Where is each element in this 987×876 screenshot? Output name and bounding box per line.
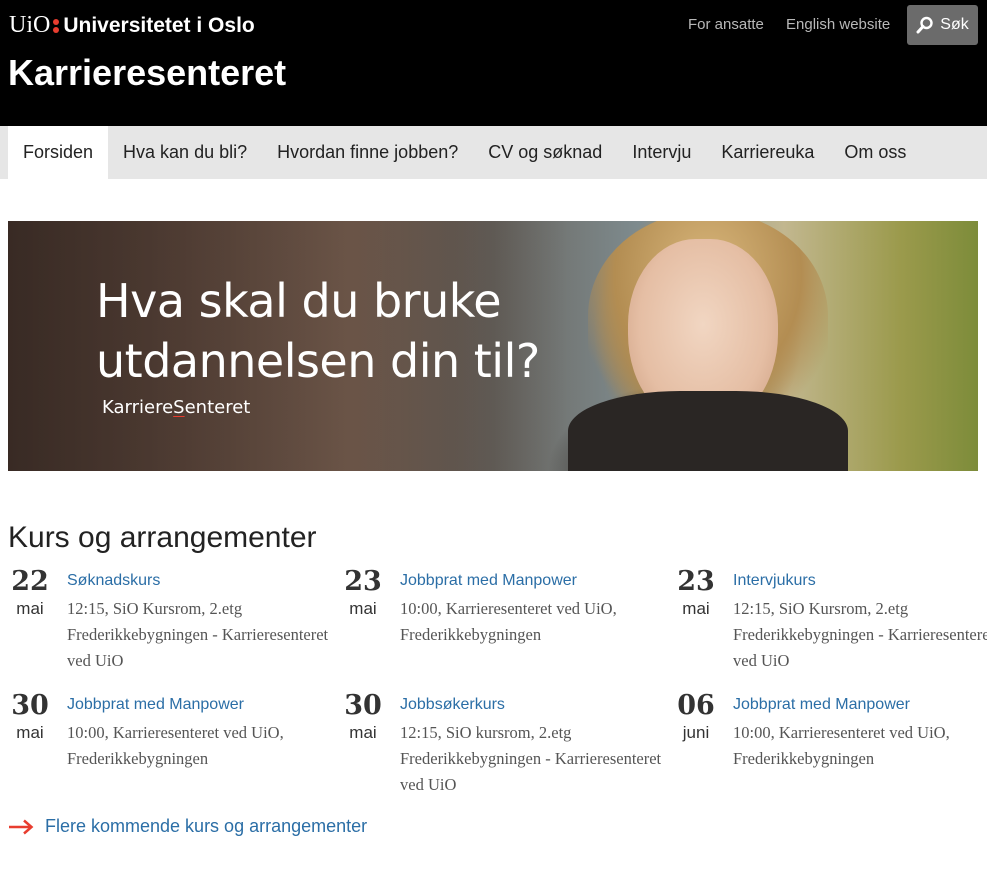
event-day: 30 [344, 690, 382, 721]
search-icon [916, 16, 933, 34]
nav-item-karriereuka[interactable]: Karriereuka [706, 126, 829, 179]
banner-brand-suffix: enteret [184, 397, 251, 418]
event-info: 10:00, Karrieresenteret ved UiO, Frederi… [733, 723, 950, 768]
banner-headline: Hva skal du bruke utdannelsen din til? [96, 271, 540, 391]
search-button[interactable]: Søk [907, 5, 978, 45]
event-info: 12:15, SiO Kursrom, 2.etg Frederikkebygn… [733, 599, 987, 670]
site-header: UiO Universitetet i Oslo Karrieresentere… [0, 0, 987, 126]
event-day: 30 [11, 690, 49, 721]
event-title-link[interactable]: Jobbprat med Manpower [67, 696, 244, 714]
nav-item-cv-og-soknad[interactable]: CV og søknad [473, 126, 617, 179]
event-month: mai [349, 723, 377, 742]
event-title-link[interactable]: Intervjukurs [733, 572, 816, 590]
event-month: mai [16, 723, 44, 742]
uio-logo-mark: UiO [9, 12, 51, 38]
banner-headline-line2: utdannelsen din til? [96, 334, 540, 388]
search-label: Søk [940, 16, 969, 33]
uio-logo[interactable]: UiO Universitetet i Oslo [9, 12, 255, 39]
banner-brand-logo: KarriereSenteret [102, 397, 250, 418]
event-day: 22 [11, 566, 49, 597]
english-website-link[interactable]: English website [786, 16, 890, 33]
event-month: mai [349, 599, 377, 618]
banner-photo-scarf [568, 391, 848, 471]
event-title-link[interactable]: Jobbprat med Manpower [733, 696, 910, 714]
uio-logo-dots [53, 18, 60, 34]
events-heading: Kurs og arrangementer [8, 521, 317, 554]
arrow-right-icon [9, 819, 34, 834]
event-day: 23 [344, 566, 382, 597]
nav-item-hvordan-finne-jobben[interactable]: Hvordan finne jobben? [262, 126, 473, 179]
banner-brand-mark: S [173, 397, 185, 418]
nav-item-intervju[interactable]: Intervju [617, 126, 706, 179]
for-ansatte-link[interactable]: For ansatte [688, 16, 764, 33]
event-title-link[interactable]: Søknadskurs [67, 572, 160, 590]
event-info: 10:00, Karrieresenteret ved UiO, Frederi… [67, 723, 284, 768]
event-day: 23 [677, 566, 715, 597]
nav-item-om-oss[interactable]: Om oss [829, 126, 921, 179]
event-month: mai [682, 599, 710, 618]
event-day: 06 [677, 690, 715, 721]
event-month: mai [16, 599, 44, 618]
university-name: Universitetet i Oslo [63, 13, 255, 37]
event-month: juni [682, 723, 710, 742]
more-events-link[interactable]: Flere kommende kurs og arrangementer [8, 816, 367, 837]
event-info: 10:00, Karrieresenteret ved UiO, Frederi… [400, 599, 617, 644]
banner-brand-prefix: Karriere [102, 397, 174, 418]
nav-item-forsiden[interactable]: Forsiden [8, 126, 109, 179]
event-title-link[interactable]: Jobbprat med Manpower [400, 572, 577, 590]
banner-headline-line1: Hva skal du bruke [96, 274, 502, 328]
nav-item-hva-kan-du-bli[interactable]: Hva kan du bli? [108, 126, 262, 179]
hero-banner[interactable]: Hva skal du bruke utdannelsen din til? K… [8, 221, 978, 471]
main-nav: Forsiden Hva kan du bli? Hvordan finne j… [0, 126, 987, 179]
site-title[interactable]: Karrieresenteret [8, 52, 286, 94]
event-info: 12:15, SiO Kursrom, 2.etg Frederikkebygn… [67, 599, 329, 670]
more-events-label: Flere kommende kurs og arrangementer [45, 816, 368, 836]
event-title-link[interactable]: Jobbsøkerkurs [400, 696, 505, 714]
event-info: 12:15, SiO kursrom, 2.etg Frederikkebygn… [400, 723, 662, 794]
